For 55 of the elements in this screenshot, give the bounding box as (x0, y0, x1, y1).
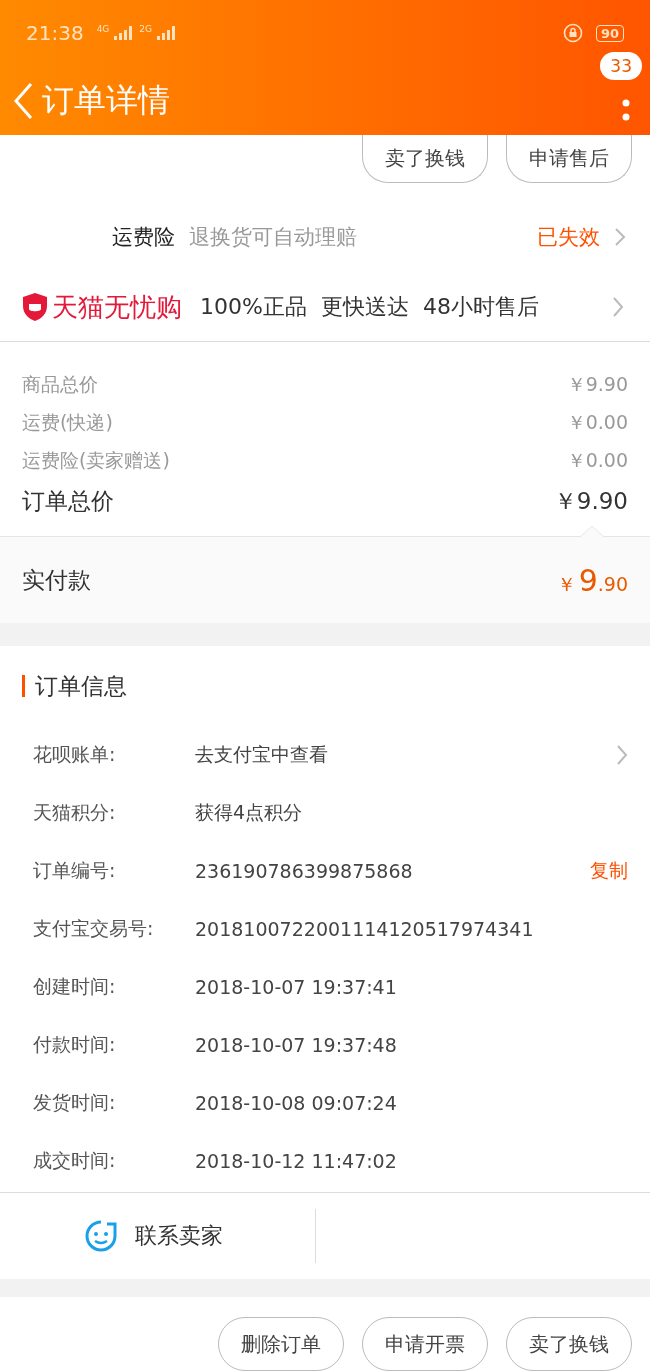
info-value: 2018100722001114120517974341 (195, 918, 534, 940)
info-label: 发货时间: (33, 1090, 117, 1115)
info-value: 2018-10-08 09:07:24 (195, 1092, 397, 1114)
total-label: 订单总价 (22, 486, 114, 516)
guarantee-feature: 100%正品 (200, 293, 307, 321)
guarantee-feature: 48小时售后 (422, 293, 539, 321)
info-value: 2018-10-07 19:37:41 (195, 976, 397, 998)
insurance-label: 运费险 (112, 224, 175, 251)
action-button[interactable]: 卖了换钱 (506, 1317, 632, 1371)
signal-icon (114, 26, 135, 40)
page-title: 订单详情 (42, 79, 170, 121)
info-label: 订单编号: (33, 858, 117, 883)
paid-label: 实付款 (22, 565, 91, 595)
paid-amount: ￥9.90 (556, 562, 628, 598)
price-value: ￥0.00 (566, 448, 628, 473)
accent-bar (22, 675, 25, 697)
price-label: 运费险(卖家赠送) (22, 448, 170, 473)
price-label: 商品总价 (22, 372, 98, 397)
guarantee-feature: 更快送达 (320, 293, 409, 321)
action-button[interactable]: 删除订单 (218, 1317, 344, 1371)
info-label: 花呗账单: (33, 742, 117, 767)
status-time: 21:38 (26, 21, 84, 45)
price-value: ￥0.00 (566, 410, 628, 435)
back-icon[interactable] (12, 81, 34, 120)
insurance-description: 退换货可自动理赔 (189, 224, 357, 251)
info-label: 付款时间: (33, 1032, 117, 1057)
info-value[interactable]: 去支付宝中查看 (195, 742, 328, 768)
message-count-badge: 33 (600, 52, 642, 80)
info-value: 2018-10-12 11:47:02 (195, 1150, 397, 1172)
guarantee-brand: 天猫无忧购 (52, 290, 182, 324)
chevron-right-icon[interactable] (616, 744, 628, 766)
info-value: 236190786399875868 (195, 860, 413, 882)
info-value: 获得4点积分 (195, 800, 303, 825)
chevron-right-icon[interactable] (614, 227, 626, 247)
shield-icon (22, 292, 48, 322)
chevron-right-icon[interactable] (612, 296, 624, 318)
action-button[interactable]: 申请售后 (506, 135, 632, 183)
info-label: 支付宝交易号: (33, 916, 155, 941)
info-label: 创建时间: (33, 974, 117, 999)
action-button[interactable]: 申请开票 (362, 1317, 488, 1371)
info-value: 2018-10-07 19:37:48 (195, 1034, 397, 1056)
section-title: 订单信息 (35, 671, 127, 701)
info-label: 成交时间: (33, 1148, 117, 1173)
action-button[interactable]: 卖了换钱 (362, 135, 488, 183)
price-value: ￥9.90 (566, 372, 628, 397)
price-label: 运费(快递) (22, 410, 113, 435)
network-label: 2G (139, 24, 153, 34)
network-label: 4G (96, 24, 110, 34)
info-label: 天猫积分: (33, 800, 117, 825)
more-icon[interactable] (622, 98, 630, 121)
signal-icon (157, 26, 178, 40)
total-value: ￥9.90 (553, 486, 628, 516)
battery-indicator: 90 (595, 24, 624, 42)
contact-seller-link[interactable]: 联系卖家 (134, 1221, 223, 1251)
lock-rotation-icon (562, 23, 583, 43)
